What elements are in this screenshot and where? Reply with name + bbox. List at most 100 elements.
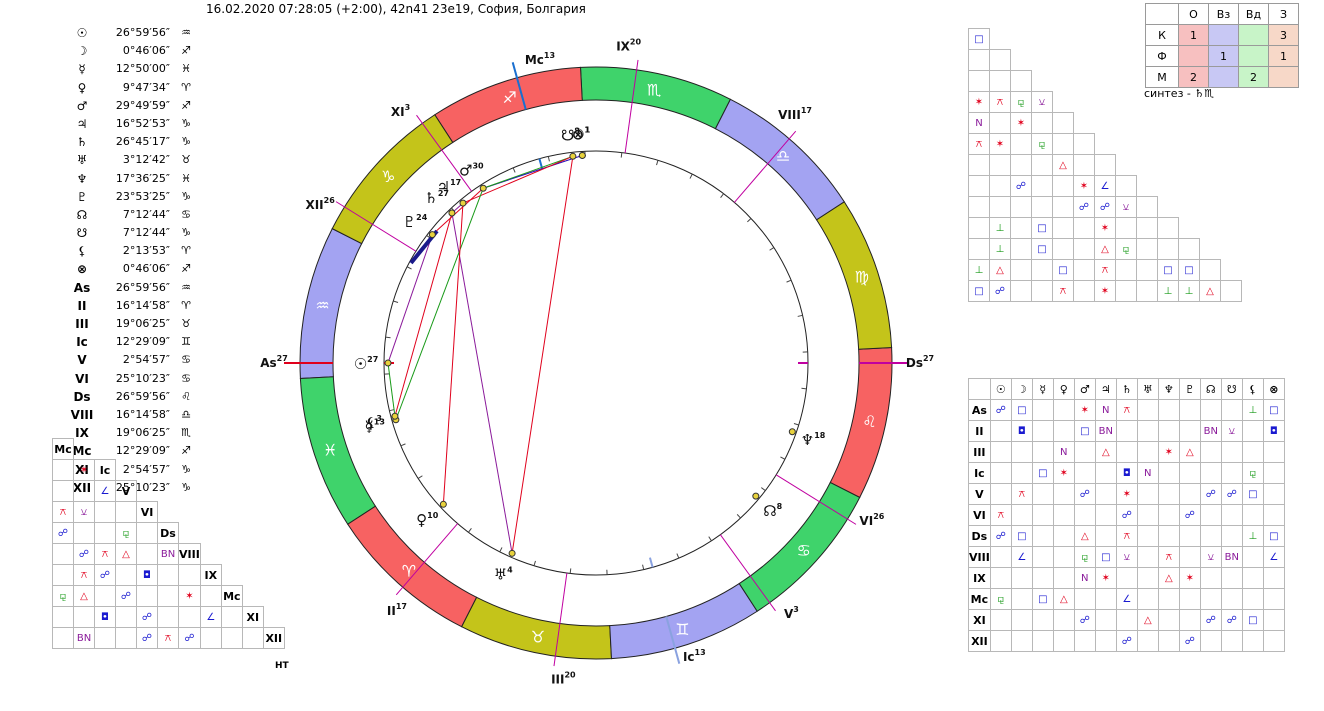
grid_right_top-cell: ✶ bbox=[968, 91, 990, 113]
grid_left-cell: ⚻ bbox=[52, 501, 74, 523]
grid_left-cell: ⚻ bbox=[157, 627, 179, 649]
grid-cell: ☍ bbox=[1199, 483, 1222, 505]
grid_left-cell bbox=[220, 627, 243, 649]
grid_left-cell: VI bbox=[136, 501, 158, 523]
body-glyph: ☊8 bbox=[763, 502, 782, 520]
grid_right_top-cell: △ bbox=[1199, 280, 1221, 302]
grid_left-cell: ✶ bbox=[73, 459, 95, 481]
body-dot bbox=[479, 184, 487, 192]
grid_left-cell bbox=[52, 480, 74, 502]
grid-cell bbox=[1241, 588, 1264, 610]
grid_left-cell bbox=[52, 459, 74, 481]
degree-tick bbox=[569, 568, 572, 574]
ic-axis-inner bbox=[648, 557, 654, 568]
grid-cell: ⚼ bbox=[989, 588, 1012, 610]
grid_left-cell bbox=[136, 522, 158, 544]
grid-cell: ☍ bbox=[1073, 609, 1096, 631]
grid-cell: N bbox=[1136, 462, 1159, 484]
grid_left-cell: ◘ bbox=[94, 606, 116, 628]
degree-tick bbox=[512, 167, 516, 173]
grid-cell bbox=[1241, 441, 1264, 463]
degree-tick bbox=[400, 443, 406, 447]
degree-tick bbox=[468, 528, 472, 533]
grid-cell: □ bbox=[1241, 609, 1264, 631]
grid-cell: ☍ bbox=[989, 525, 1012, 547]
degree-tick bbox=[393, 300, 399, 303]
grid_left-cell bbox=[136, 543, 158, 565]
grid_left-cell bbox=[199, 585, 222, 607]
grid_left-cell: BN bbox=[157, 543, 179, 565]
body-dot bbox=[384, 359, 392, 367]
grid-cell bbox=[1157, 483, 1180, 505]
grid-row-header: XI bbox=[968, 609, 991, 631]
house-label: V3 bbox=[784, 605, 799, 621]
grid_left-cell bbox=[178, 564, 201, 586]
grid-cell: □ bbox=[1262, 399, 1285, 421]
grid-cell bbox=[1199, 441, 1222, 463]
house-label: XII26 bbox=[305, 196, 335, 212]
grid-cell: ⊥ bbox=[1241, 525, 1264, 547]
grid-cell bbox=[1115, 441, 1138, 463]
grid_right_top-cell bbox=[1115, 280, 1137, 302]
grid-cell: △ bbox=[1052, 588, 1075, 610]
grid-cell bbox=[1031, 420, 1054, 442]
grid-col-header: ♆ bbox=[1157, 378, 1180, 400]
degree-tick bbox=[736, 514, 741, 519]
grid-cell bbox=[1052, 630, 1075, 652]
grid-cell: BN bbox=[1220, 546, 1243, 568]
degree-tick bbox=[547, 156, 550, 162]
grid-cell bbox=[989, 630, 1012, 652]
grid_right_top-cell bbox=[1178, 238, 1200, 260]
body-glyph: ♇24 bbox=[403, 213, 428, 231]
grid-cell bbox=[1031, 546, 1054, 568]
zodiac-sign-glyph: ♓ bbox=[323, 440, 337, 459]
grid_left-cell bbox=[115, 501, 137, 523]
asc-label: As27 bbox=[260, 354, 288, 370]
house-aspect-grid: Mc ✶ Ic ∠ V ⚻ ⚺ VI ☍ ⚼ Ds ☍ ⚻ △ BN VIII ⚻ ☍ ◘ IX ⚼ △ ☍ ✶ Mc ◘ ☍ ∠ XI… bbox=[52, 438, 285, 649]
grid_right_top-cell: ⊥ bbox=[968, 259, 990, 281]
grid_left-cell: ⚻ bbox=[73, 564, 95, 586]
grid-cell: ✶ bbox=[1094, 567, 1117, 589]
grid_right_top-cell bbox=[989, 154, 1011, 176]
grid-cell bbox=[1199, 399, 1222, 421]
grid_left-cell: Ic bbox=[94, 459, 116, 481]
zodiac-sign-segment bbox=[829, 346, 893, 499]
grid-cell bbox=[1052, 609, 1075, 631]
grid_right_top-cell: ✶ bbox=[989, 133, 1011, 155]
grid-cell bbox=[1094, 609, 1117, 631]
grid-cell: ⚻ bbox=[989, 504, 1012, 526]
house-label: XI3 bbox=[391, 103, 410, 119]
grid_right_top-cell bbox=[1031, 259, 1053, 281]
zodiac-sign-glyph: ♑ bbox=[381, 167, 395, 186]
grid-col-header: ♀ bbox=[1052, 378, 1075, 400]
grid-cell: ☍ bbox=[1073, 483, 1096, 505]
grid_right_top-cell: △ bbox=[989, 259, 1011, 281]
balance-header: О bbox=[1178, 3, 1209, 25]
grid_right_top-cell: □ bbox=[968, 28, 990, 50]
grid-cell: △ bbox=[1157, 567, 1180, 589]
grid-cell: N bbox=[1094, 399, 1117, 421]
grid_right_top-cell bbox=[1031, 112, 1053, 134]
grid-col-header: ☉ bbox=[989, 378, 1012, 400]
balance-cell: 2 bbox=[1238, 66, 1269, 88]
grid-col-header: ⚸ bbox=[1241, 378, 1264, 400]
grid_right_top-cell: ⚼ bbox=[1115, 238, 1137, 260]
grid-cell bbox=[1094, 630, 1117, 652]
grid_right_top-cell bbox=[968, 217, 990, 239]
grid-col-header: ☊ bbox=[1199, 378, 1222, 400]
grid-cell bbox=[1136, 420, 1159, 442]
grid-col-header: ☽ bbox=[1010, 378, 1033, 400]
zodiac-sign-glyph: ♎ bbox=[776, 146, 790, 165]
grid-col-header: ⊗ bbox=[1262, 378, 1285, 400]
grid_left-cell: IX bbox=[199, 564, 222, 586]
grid_left-cell bbox=[52, 543, 74, 565]
grid-cell bbox=[1073, 462, 1096, 484]
grid_right_top-cell bbox=[1010, 238, 1032, 260]
grid-cell bbox=[1241, 420, 1264, 442]
grid-cell: ☍ bbox=[989, 399, 1012, 421]
grid-cell: □ bbox=[1031, 462, 1054, 484]
grid-cell bbox=[1031, 399, 1054, 421]
grid-cell bbox=[1178, 483, 1201, 505]
mc-label: Mc13 bbox=[525, 51, 555, 67]
grid-cell bbox=[1262, 462, 1285, 484]
